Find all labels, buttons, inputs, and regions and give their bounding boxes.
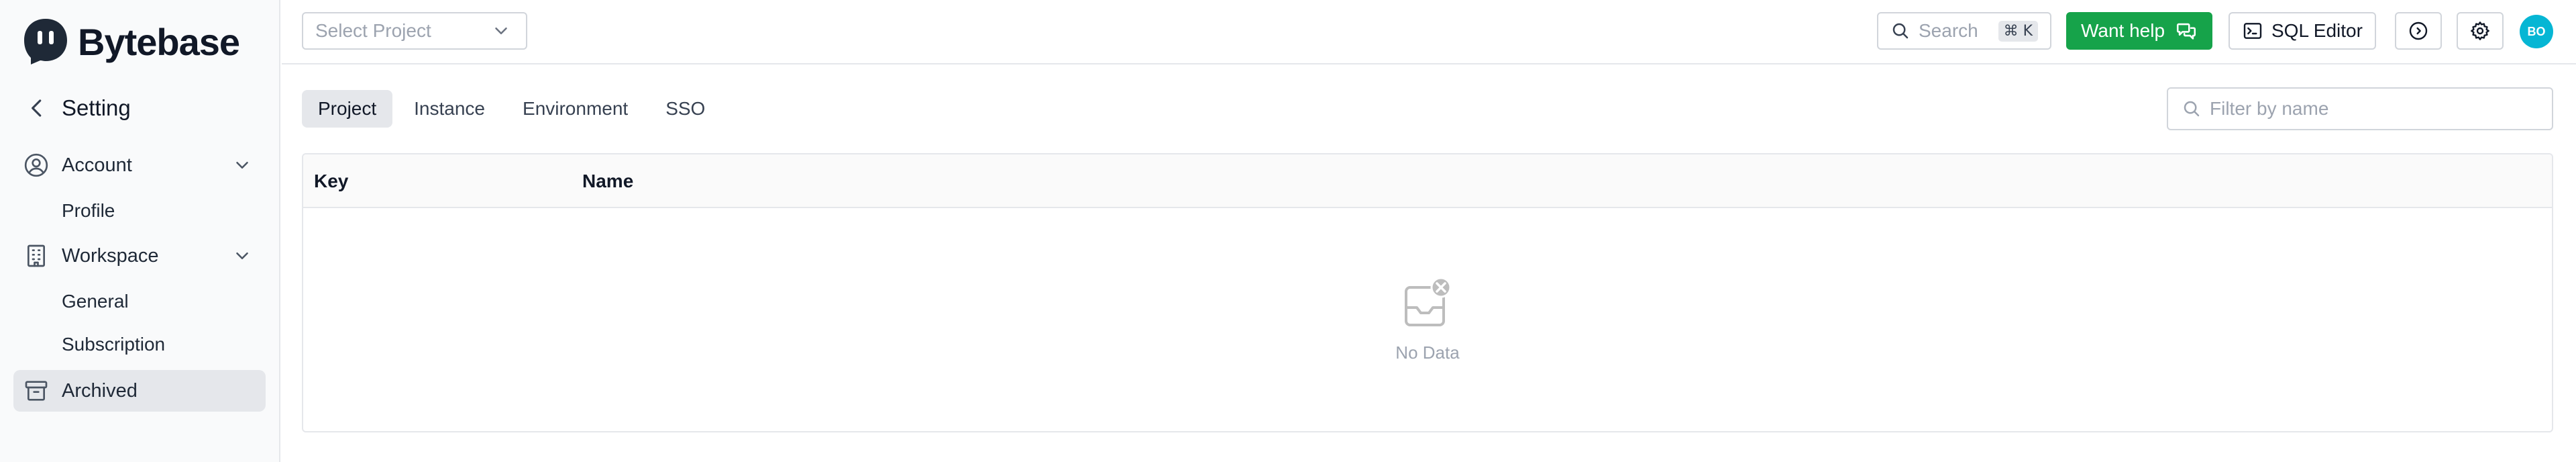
sidebar-item-label: Archived — [62, 379, 138, 402]
column-header-key[interactable]: Key — [314, 154, 348, 208]
settings-button[interactable] — [2457, 12, 2504, 50]
sidebar-item-subscription[interactable]: Subscription — [62, 328, 165, 361]
building-icon — [28, 244, 45, 267]
terminal-icon — [2243, 23, 2262, 39]
tab-project[interactable]: Project — [302, 90, 393, 128]
setting-tabs: Project Instance Environment SSO — [302, 90, 727, 128]
filter-placeholder: Filter by name — [2210, 98, 2329, 119]
filter-input[interactable]: Filter by name — [2167, 87, 2553, 130]
want-help-button[interactable]: Want help — [2066, 12, 2212, 50]
chevron-left-icon — [32, 99, 42, 117]
brand-name: Bytebase — [78, 20, 240, 63]
sidebar-item-workspace[interactable]: Workspace — [13, 235, 266, 277]
archive-icon — [25, 381, 48, 401]
search-button[interactable]: Search ⌘ K — [1877, 12, 2051, 50]
sidebar-item-profile[interactable]: Profile — [62, 194, 115, 228]
column-header-name[interactable]: Name — [582, 154, 633, 208]
empty-inbox-icon — [1405, 277, 1452, 326]
sidebar: Bytebase Setting Account Profile Workspa… — [0, 0, 280, 462]
search-icon — [2184, 101, 2200, 117]
sql-editor-label: SQL Editor — [2271, 20, 2363, 41]
chat-bubbles-icon — [2176, 23, 2196, 40]
bytebase-logo-icon — [24, 19, 67, 64]
settings-title: Setting — [62, 95, 131, 120]
quickstart-button[interactable] — [2395, 12, 2442, 50]
tab-sso[interactable]: SSO — [649, 90, 721, 128]
want-help-label: Want help — [2081, 20, 2165, 41]
tab-instance[interactable]: Instance — [398, 90, 501, 128]
table-header: Key Name — [303, 154, 2552, 208]
sidebar-item-label: Workspace — [62, 244, 159, 267]
sidebar-item-label: Account — [62, 154, 132, 176]
settings-back-button[interactable]: Setting — [24, 91, 131, 125]
search-shortcut: ⌘ K — [1998, 20, 2038, 42]
chevron-down-icon — [495, 28, 507, 34]
tab-environment[interactable]: Environment — [506, 90, 644, 128]
search-label: Search — [1919, 20, 1978, 41]
archived-table: Key Name No Data — [302, 153, 2553, 432]
sidebar-item-archived[interactable]: Archived — [13, 370, 266, 412]
sql-editor-button[interactable]: SQL Editor — [2229, 12, 2376, 50]
sidebar-item-account[interactable]: Account — [13, 144, 266, 186]
chevron-down-icon — [236, 162, 248, 169]
gear-icon — [2471, 21, 2489, 40]
user-avatar[interactable]: BO — [2520, 15, 2553, 48]
user-circle-icon — [24, 153, 48, 177]
empty-state: No Data — [303, 208, 2552, 431]
empty-state-text: No Data — [1395, 342, 1460, 363]
search-icon — [1892, 23, 1909, 39]
project-select[interactable]: Select Project — [302, 12, 527, 50]
project-select-placeholder: Select Project — [315, 20, 431, 41]
top-header: Select Project Search ⌘ K Want help SQL … — [282, 0, 2576, 64]
sidebar-item-general[interactable]: General — [62, 285, 129, 318]
chevron-down-icon — [236, 252, 248, 259]
play-circle-icon — [2409, 21, 2428, 40]
brand[interactable]: Bytebase — [20, 16, 240, 67]
